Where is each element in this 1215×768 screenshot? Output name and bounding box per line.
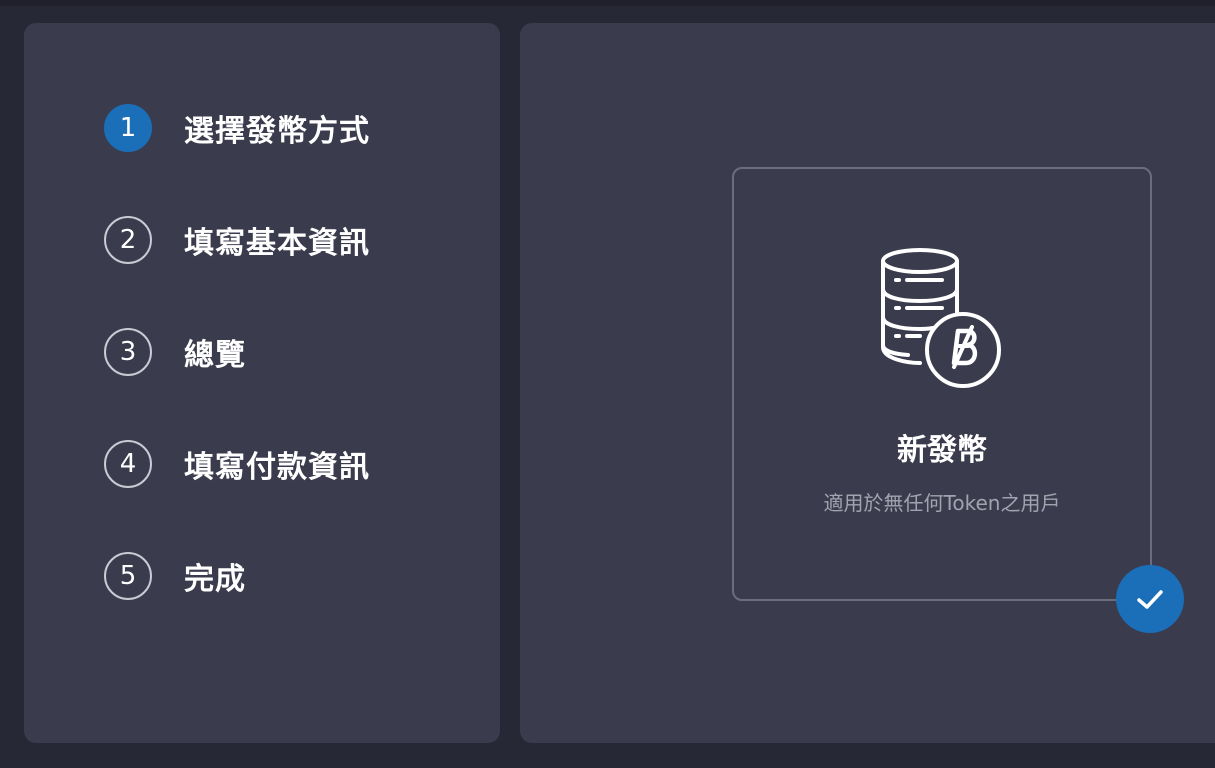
option-title: 新發幣	[897, 433, 987, 468]
step-number: 1	[104, 104, 152, 152]
new-token-option-card[interactable]: 新發幣 適用於無任何Token之用戶	[732, 167, 1152, 601]
step-label: 完成	[184, 562, 246, 597]
top-bar	[0, 0, 1215, 6]
step-number: 5	[104, 552, 152, 600]
step-number: 2	[104, 216, 152, 264]
step-4[interactable]: 4 填寫付款資訊	[104, 440, 484, 488]
step-3[interactable]: 3 總覽	[104, 328, 484, 376]
step-label: 填寫付款資訊	[184, 450, 370, 485]
option-description: 適用於無任何Token之用戶	[823, 491, 1061, 515]
checkmark-icon	[1137, 590, 1163, 609]
step-label: 選擇發幣方式	[184, 114, 370, 149]
steps-sidebar: 1 選擇發幣方式 2 填寫基本資訊 3 總覽 4 填寫付款資訊 5 完成	[24, 23, 500, 743]
database-coin-icon	[881, 248, 1001, 388]
step-number: 3	[104, 328, 152, 376]
step-2[interactable]: 2 填寫基本資訊	[104, 216, 484, 264]
step-label: 填寫基本資訊	[184, 226, 370, 261]
selected-check-badge	[1116, 565, 1184, 633]
main-panel: 新發幣 適用於無任何Token之用戶	[520, 23, 1215, 743]
step-1[interactable]: 1 選擇發幣方式	[104, 104, 484, 152]
step-number: 4	[104, 440, 152, 488]
step-label: 總覽	[184, 338, 246, 373]
step-5[interactable]: 5 完成	[104, 552, 484, 600]
